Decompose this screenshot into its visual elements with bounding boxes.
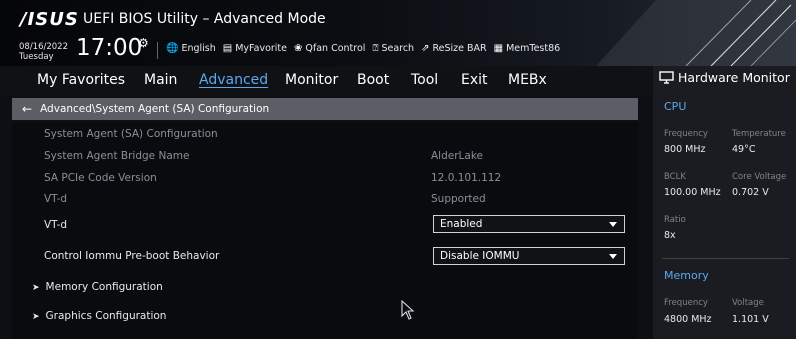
qfan-button[interactable]: ❀ Qfan Control [294,43,365,54]
hardware-monitor-panel: Hardware Monitor CPU Frequency Temperatu… [653,66,796,339]
tab-mebx[interactable]: MEBx [508,72,547,88]
memory-frequency-label: Frequency [664,298,708,308]
submenu-memory-configuration[interactable]: ➤ Memory Configuration [32,281,163,293]
language-label: English [181,43,216,54]
vtd-select-value: Enabled [440,218,483,230]
ratio-label: Ratio [664,215,686,225]
resize-bar-label: ReSize BAR [432,43,487,54]
search-label: Search [381,43,415,54]
submenu-label: Memory Configuration [45,281,163,293]
bclk-value: 100.00 MHz [664,187,721,198]
tab-tool[interactable]: Tool [411,72,438,88]
vtd-support-value: Supported [431,193,486,205]
qfan-label: Qfan Control [305,43,366,54]
asus-logo: /ISUS [20,9,79,30]
mouse-cursor-icon [401,300,415,320]
header-decoration [596,0,796,66]
iommu-select[interactable]: Disable IOMMU [433,247,625,265]
breadcrumb[interactable]: ← Advanced\System Agent (SA) Configurati… [12,98,638,120]
cpu-temperature-value: 49°C [732,144,756,155]
pcie-version-label: SA PCIe Code Version [44,172,157,184]
myfavorite-button[interactable]: ▤ MyFavorite [223,43,287,54]
submenu-label: Graphics Configuration [45,310,167,322]
clock-time: 17:00 [76,35,143,61]
ratio-value: 8x [664,230,676,241]
submenu-arrow-icon: ➤ [32,283,40,293]
memory-voltage-value: 1.101 V [732,314,769,325]
tab-exit[interactable]: Exit [461,72,488,88]
memtest-icon: ▦ [493,43,504,54]
tab-advanced[interactable]: Advanced [199,72,268,88]
tab-monitor[interactable]: Monitor [285,72,338,88]
toolbar: 🌐 English ▤ MyFavorite ❀ Qfan Control ⍰ … [166,43,560,54]
submenu-graphics-configuration[interactable]: ➤ Graphics Configuration [32,310,166,322]
vtd-support-label: VT-d [44,193,68,205]
myfavorite-label: MyFavorite [235,43,288,54]
memory-voltage-label: Voltage [732,298,764,308]
day-text: Tuesday [19,52,54,62]
tab-my-favorites[interactable]: My Favorites [37,72,125,88]
toolbar-divider [157,42,158,59]
pcie-version-value: 12.0.101.112 [431,172,502,184]
iommu-select-value: Disable IOMMU [440,250,520,262]
tab-main[interactable]: Main [144,72,177,88]
back-arrow-icon[interactable]: ← [22,102,32,116]
vtd-select[interactable]: Enabled [433,215,625,233]
bios-title: UEFI BIOS Utility – Advanced Mode [83,11,326,27]
cpu-frequency-label: Frequency [664,129,708,139]
help-icon: ⍰ [372,43,379,54]
language-button[interactable]: 🌐 English [166,43,216,54]
hardware-monitor-title: Hardware Monitor [659,70,790,85]
chevron-down-icon [609,222,617,227]
header-bar: /ISUS UEFI BIOS Utility – Advanced Mode … [0,0,796,66]
core-voltage-value: 0.702 V [732,187,769,198]
gear-icon[interactable]: ⚙ [138,36,149,50]
memory-heading: Memory [664,269,709,282]
submenu-arrow-icon: ➤ [32,312,40,322]
bclk-label: BCLK [664,172,686,182]
memtest-button[interactable]: ▦ MemTest86 [494,43,561,54]
memtest-label: MemTest86 [506,43,561,54]
cpu-frequency-value: 800 MHz [664,144,706,155]
bridge-name-label: System Agent Bridge Name [44,150,190,162]
globe-icon: 🌐 [166,43,179,54]
cpu-heading: CPU [664,100,687,113]
bridge-name-value: AlderLake [431,150,483,162]
date-display: 08/16/2022 Tuesday [19,42,68,62]
fan-icon: ❀ [294,43,303,54]
memory-frequency-value: 4800 MHz [664,314,712,325]
myfavorite-icon: ▤ [222,43,233,54]
tab-boot[interactable]: Boot [357,72,389,88]
section-title: System Agent (SA) Configuration [44,128,218,140]
main-nav: My Favorites Main Advanced Monitor Boot … [0,66,653,96]
resize-bar-button[interactable]: ⇗ ReSize BAR [421,43,487,54]
settings-panel: System Agent (SA) Configuration System A… [12,122,638,339]
vtd-setting-label: VT-d [44,219,68,231]
hardware-monitor-label: Hardware Monitor [678,70,790,85]
cpu-temperature-label: Temperature [732,129,786,139]
search-button[interactable]: ⍰ Search [372,43,414,54]
resize-bar-icon: ⇗ [421,43,430,54]
monitor-icon [659,71,674,84]
date-text: 08/16/2022 [19,42,68,52]
section-divider [662,258,789,259]
iommu-label: Control Iommu Pre-boot Behavior [44,250,220,262]
chevron-down-icon [609,254,617,259]
breadcrumb-text: Advanced\System Agent (SA) Configuration [40,103,270,115]
core-voltage-label: Core Voltage [732,172,787,182]
